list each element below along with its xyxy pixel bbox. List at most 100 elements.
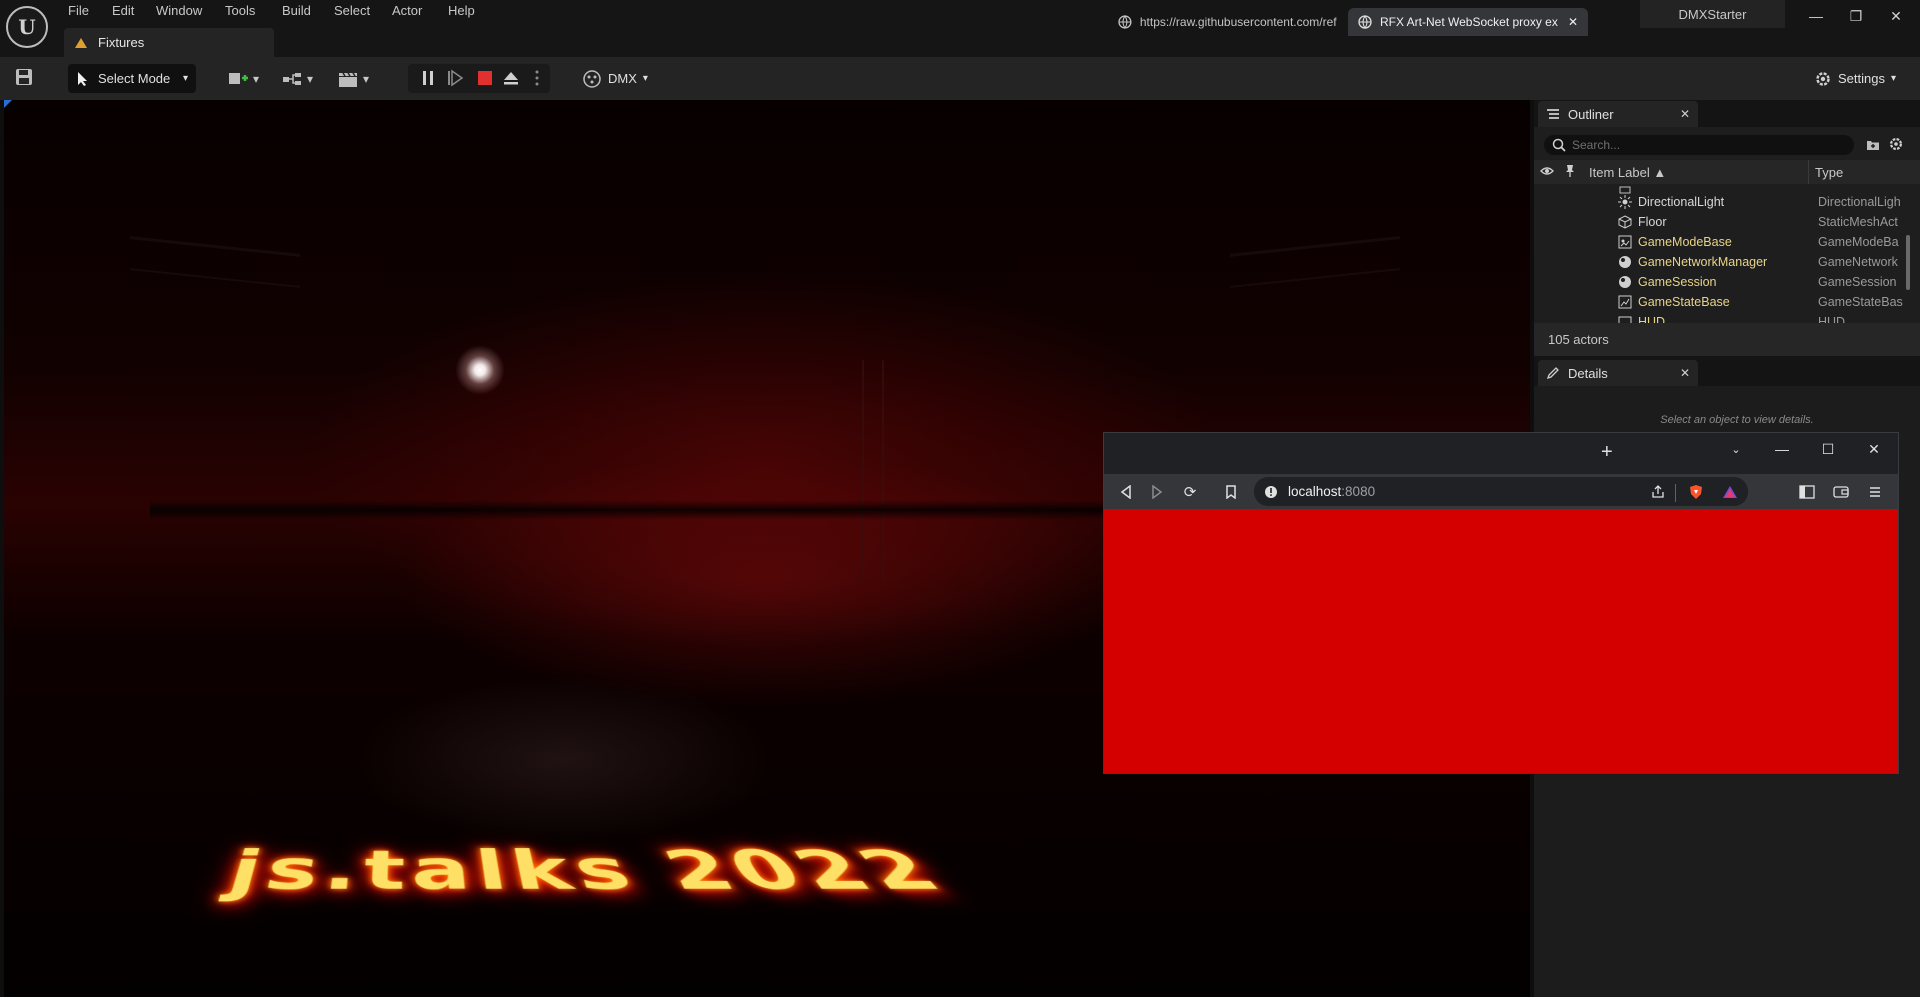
chevron-down-icon: ▾ bbox=[1890, 73, 1897, 84]
gear-icon bbox=[1816, 71, 1830, 86]
close-button[interactable]: ✕ bbox=[1876, 4, 1916, 28]
settings-dropdown[interactable]: Settings ▾ bbox=[1814, 64, 1896, 93]
browser-tab-github[interactable]: https://raw.githubusercontent.com/ref bbox=[1108, 8, 1348, 36]
chevron-down-icon: ▾ bbox=[642, 73, 648, 84]
add-actor-button[interactable]: ▾ bbox=[228, 66, 259, 92]
outliner-row[interactable]: GameModeBase GameModeBa bbox=[1534, 232, 1904, 252]
browser-menu-icon[interactable] bbox=[1861, 478, 1889, 506]
column-item-label[interactable]: Item Label ▲ bbox=[1589, 165, 1666, 180]
blueprint-button[interactable]: ▾ bbox=[282, 66, 313, 92]
select-mode-label: Select Mode bbox=[98, 71, 171, 86]
browser-page-content[interactable] bbox=[1104, 509, 1898, 773]
tab-details[interactable]: Details ✕ bbox=[1538, 360, 1698, 386]
column-type[interactable]: Type bbox=[1815, 165, 1843, 180]
glowing-3d-text: js.talks 2022 bbox=[230, 840, 976, 903]
brave-rewards-icon[interactable] bbox=[1716, 478, 1744, 506]
toolbar-divider bbox=[1675, 484, 1676, 502]
outliner-scrollbar[interactable] bbox=[1906, 235, 1910, 290]
gear-icon[interactable] bbox=[1888, 136, 1904, 152]
wallet-icon[interactable] bbox=[1827, 478, 1855, 506]
browser-tab-title: https://raw.githubusercontent.com/ref bbox=[1139, 15, 1337, 29]
row-name: GameSession bbox=[1638, 275, 1717, 289]
more-options-icon[interactable] bbox=[534, 69, 540, 87]
row-type: GameSession bbox=[1818, 275, 1897, 289]
tab-outliner[interactable]: Outliner ✕ bbox=[1538, 101, 1698, 127]
share-icon[interactable] bbox=[1644, 478, 1672, 506]
directional-light-icon bbox=[1618, 195, 1632, 209]
chevron-down-icon: ▾ bbox=[253, 72, 260, 86]
chevron-down-icon: ▾ bbox=[363, 72, 370, 86]
light-flare bbox=[455, 345, 505, 395]
cursor-icon bbox=[78, 71, 87, 86]
blueprint-icon bbox=[283, 73, 301, 85]
url-host: localhost bbox=[1288, 484, 1342, 499]
menu-actor[interactable]: Actor bbox=[392, 3, 422, 21]
outliner-row[interactable]: HUD HUD bbox=[1534, 312, 1904, 323]
menu-help[interactable]: Help bbox=[448, 3, 475, 21]
row-name: GameModeBase bbox=[1638, 235, 1732, 249]
site-info-icon bbox=[1265, 485, 1277, 498]
menu-build[interactable]: Build bbox=[282, 3, 311, 21]
menu-window[interactable]: Window bbox=[156, 3, 202, 21]
pause-icon[interactable] bbox=[420, 69, 436, 87]
outliner-row[interactable]: GameSession GameSession bbox=[1534, 272, 1904, 292]
reload-icon[interactable]: ⟳ bbox=[1176, 478, 1204, 506]
globe-icon bbox=[1358, 15, 1372, 29]
add-actor-icon bbox=[229, 73, 248, 84]
forward-icon[interactable] bbox=[1143, 478, 1171, 506]
sidebar-toggle-icon[interactable] bbox=[1793, 478, 1821, 506]
row-type: DirectionalLigh bbox=[1818, 195, 1901, 209]
close-icon[interactable]: ✕ bbox=[1680, 107, 1690, 121]
close-tab-icon[interactable]: ✕ bbox=[1568, 15, 1578, 29]
outliner-search-input[interactable]: Search... bbox=[1544, 135, 1854, 155]
add-folder-icon[interactable] bbox=[1866, 138, 1880, 152]
eject-icon[interactable] bbox=[502, 69, 520, 87]
globe-icon bbox=[1118, 15, 1132, 29]
save-icon[interactable] bbox=[14, 67, 36, 89]
outliner-icon bbox=[1547, 109, 1559, 119]
stop-icon[interactable] bbox=[476, 69, 494, 87]
static-mesh-icon bbox=[1618, 215, 1632, 229]
row-type: StaticMeshAct bbox=[1818, 215, 1898, 229]
select-mode-dropdown[interactable]: Select Mode ▾ bbox=[68, 64, 196, 93]
browser-close-button[interactable]: ✕ bbox=[1854, 436, 1894, 462]
browser-tab-rfx-proxy[interactable]: RFX Art-Net WebSocket proxy ex ✕ bbox=[1348, 8, 1588, 36]
address-bar[interactable]: localhost:8080 bbox=[1254, 477, 1748, 506]
row-type: GameNetwork bbox=[1818, 255, 1898, 269]
back-icon[interactable] bbox=[1112, 478, 1140, 506]
row-name: GameNetworkManager bbox=[1638, 255, 1768, 269]
menu-edit[interactable]: Edit bbox=[112, 3, 134, 21]
menu-file[interactable]: File bbox=[68, 3, 89, 21]
visibility-eye-icon[interactable] bbox=[1540, 165, 1554, 177]
outliner-row[interactable]: GameStateBase GameStateBas bbox=[1534, 292, 1904, 312]
bookmark-icon[interactable] bbox=[1217, 478, 1245, 506]
tab-search-chevron-icon[interactable]: ⌄ bbox=[1716, 436, 1756, 462]
restore-button[interactable]: ❐ bbox=[1836, 4, 1876, 28]
browser-minimize-button[interactable]: — bbox=[1762, 436, 1802, 462]
menu-select[interactable]: Select bbox=[334, 3, 370, 21]
dmx-dropdown[interactable]: DMX ▾ bbox=[582, 64, 648, 93]
column-divider[interactable] bbox=[1808, 160, 1809, 184]
minimize-button[interactable]: — bbox=[1796, 4, 1836, 28]
row-name: HUD bbox=[1638, 315, 1666, 323]
clapperboard-icon bbox=[339, 72, 357, 87]
game-session-icon bbox=[1618, 275, 1632, 289]
outliner-row[interactable]: GameNetworkManager GameNetwork bbox=[1534, 252, 1904, 272]
document-tab-fixtures[interactable]: Fixtures bbox=[64, 28, 274, 57]
step-frame-icon[interactable] bbox=[446, 69, 464, 87]
pin-icon[interactable] bbox=[1565, 164, 1575, 178]
network-manager-icon bbox=[1618, 255, 1632, 269]
browser-maximize-button[interactable]: ☐ bbox=[1808, 436, 1848, 462]
outliner-row[interactable]: DirectionalLight DirectionalLigh bbox=[1534, 192, 1904, 212]
level-icon bbox=[75, 37, 87, 48]
hud-icon bbox=[1618, 315, 1632, 323]
row-type: HUD bbox=[1818, 315, 1846, 323]
unreal-logo-icon[interactable]: U bbox=[6, 6, 48, 48]
menu-tools[interactable]: Tools bbox=[225, 3, 255, 21]
close-icon[interactable]: ✕ bbox=[1680, 366, 1690, 380]
outliner-row[interactable]: Floor StaticMeshAct bbox=[1534, 212, 1904, 232]
new-tab-button[interactable]: + bbox=[1601, 441, 1613, 464]
cinematics-button[interactable]: ▾ bbox=[338, 66, 369, 92]
brave-shield-icon[interactable] bbox=[1682, 478, 1710, 506]
row-name: GameStateBase bbox=[1638, 295, 1730, 309]
